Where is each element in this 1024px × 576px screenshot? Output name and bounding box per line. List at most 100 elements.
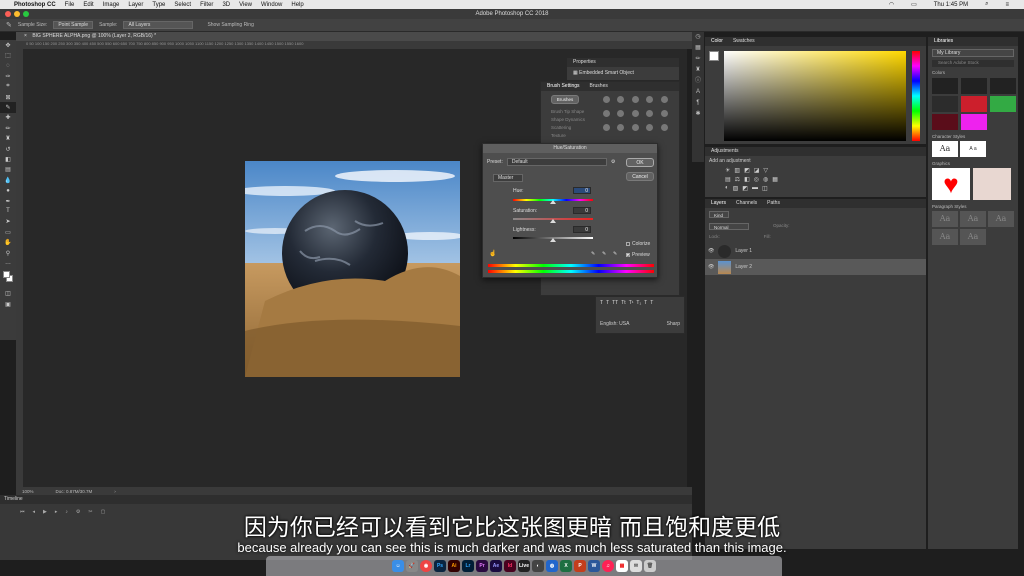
paragraph-panel-icon[interactable]: ¶ — [692, 98, 704, 109]
character-style-item[interactable]: A a — [960, 141, 986, 157]
mail-icon[interactable]: ✉ — [630, 560, 642, 572]
color-field[interactable] — [724, 51, 906, 141]
music-icon[interactable]: ♫ — [602, 560, 614, 572]
menu-list-icon[interactable]: ≡ — [1005, 2, 1009, 8]
tab-brushes[interactable]: Brushes — [590, 82, 608, 91]
photo-graphic[interactable] — [973, 168, 1011, 200]
faux-italic-button[interactable]: T — [606, 300, 609, 306]
threshold-icon[interactable]: ◩ — [742, 185, 748, 192]
hue-strip[interactable] — [912, 51, 920, 141]
history-panel-icon[interactable]: ◷ — [692, 32, 704, 43]
glyphs-panel-icon[interactable]: ✱ — [692, 109, 704, 120]
paragraph-style-item[interactable]: Aa — [960, 229, 986, 245]
illustrator-icon[interactable]: Ai — [448, 560, 460, 572]
channel-select[interactable]: Master — [493, 174, 523, 182]
color-swatch[interactable] — [932, 114, 958, 130]
shape-tool-icon[interactable]: ▭ — [0, 227, 16, 237]
subscript-button[interactable]: T₁ — [636, 300, 641, 306]
selective-color-icon[interactable]: ◫ — [762, 185, 768, 192]
hue-field[interactable]: 0 — [573, 187, 591, 194]
brightness-contrast-icon[interactable]: ☀ — [725, 167, 730, 174]
eyedropper-tool-icon[interactable]: ✎ — [0, 102, 16, 113]
eyedropper-plus-icon[interactable]: ✎ — [602, 251, 606, 257]
library-select[interactable]: My Library — [932, 49, 1014, 57]
document-tab[interactable]: × BIG SPHERE ALPHA.png @ 100% (Layer 2, … — [16, 32, 692, 41]
color-swatch[interactable] — [961, 114, 987, 130]
color-balance-icon[interactable]: ⚖ — [735, 176, 740, 183]
faux-bold-button[interactable]: T — [600, 300, 603, 306]
gradient-map-icon[interactable]: ▬ — [752, 185, 758, 192]
channel-mixer-icon[interactable]: ◍ — [763, 176, 768, 183]
character-style-item[interactable]: Aa — [932, 141, 958, 157]
zoom-tool-icon[interactable]: ⚲ — [0, 248, 16, 258]
close-window-button[interactable] — [5, 11, 11, 17]
paragraph-style-item[interactable]: Aa — [932, 211, 958, 227]
preset-options-icon[interactable]: ⚙ — [611, 159, 615, 165]
character-panel-icon[interactable]: A — [692, 87, 704, 98]
lightness-slider-thumb[interactable] — [550, 238, 556, 242]
move-tool-icon[interactable]: ✥ — [0, 40, 16, 50]
photoshop-icon[interactable]: Ps — [434, 560, 446, 572]
menu-3d[interactable]: 3D — [222, 2, 230, 8]
swatches-panel-icon[interactable]: ▦ — [692, 43, 704, 54]
quick-mask-icon[interactable]: ◫ — [0, 289, 16, 299]
battery-icon[interactable]: ▭ — [911, 1, 917, 8]
strikethrough-button[interactable]: T — [650, 300, 653, 306]
sample-size-select[interactable]: Point Sample — [53, 21, 94, 29]
excel-icon[interactable]: X — [560, 560, 572, 572]
calendar-icon[interactable]: ▦ — [616, 560, 628, 572]
color-swatches[interactable] — [0, 269, 16, 289]
menu-edit[interactable]: Edit — [83, 2, 93, 8]
menu-file[interactable]: File — [65, 2, 75, 8]
brush-tip-grid[interactable] — [603, 96, 673, 136]
info-panel-icon[interactable]: ⓘ — [692, 76, 704, 87]
small-caps-button[interactable]: Tt — [621, 300, 625, 306]
zoom-window-button[interactable] — [23, 11, 29, 17]
stock-search-input[interactable]: Search Adobe Stock — [932, 60, 1014, 67]
menu-window[interactable]: Window — [261, 2, 282, 8]
menu-layer[interactable]: Layer — [128, 2, 143, 8]
frame-tool-icon[interactable]: ⊠ — [0, 92, 16, 102]
color-swatch[interactable] — [961, 96, 987, 112]
ableton-live-icon[interactable]: Live — [518, 560, 530, 572]
layer-row[interactable]: 👁 Layer 1 — [705, 243, 926, 259]
layer-filter-kind[interactable]: Kind — [709, 211, 729, 218]
gradient-tool-icon[interactable]: ▤ — [0, 165, 16, 175]
zoom-level[interactable]: 100% — [22, 489, 34, 494]
type-tool-icon[interactable]: T — [0, 206, 16, 216]
tab-swatches[interactable]: Swatches — [733, 37, 755, 46]
cancel-button[interactable]: Cancel — [626, 172, 654, 181]
marquee-tool-icon[interactable]: ⬚ — [0, 50, 16, 60]
hue-saturation-icon[interactable]: ▤ — [725, 176, 731, 183]
status-arrow-icon[interactable]: › — [114, 489, 116, 494]
paragraph-style-item[interactable]: Aa — [960, 211, 986, 227]
crop-tool-icon[interactable]: ⌗ — [0, 82, 16, 92]
tab-channels[interactable]: Channels — [736, 199, 757, 208]
vertical-ruler[interactable] — [16, 49, 23, 487]
show-sampling-ring-checkbox[interactable]: Show Sampling Ring — [207, 22, 253, 28]
after-effects-icon[interactable]: Ae — [490, 560, 502, 572]
path-select-tool-icon[interactable]: ➤ — [0, 217, 16, 227]
tab-color[interactable]: Color — [711, 37, 723, 46]
menu-help[interactable]: Help — [291, 2, 303, 8]
layer-name[interactable]: Layer 1 — [735, 248, 752, 254]
antialias-select[interactable]: Sharp — [667, 321, 680, 327]
wifi-icon[interactable]: ◠ — [889, 1, 894, 8]
black-white-icon[interactable]: ◧ — [744, 176, 750, 183]
saturation-field[interactable]: 0 — [573, 207, 591, 214]
color-swatch[interactable] — [990, 78, 1016, 94]
powerpoint-icon[interactable]: P — [574, 560, 586, 572]
search-icon[interactable]: ⌕ — [985, 1, 988, 8]
lightroom-icon[interactable]: Lr — [462, 560, 474, 572]
targeted-adjustment-icon[interactable]: ☝ — [489, 250, 496, 257]
visibility-eye-icon[interactable]: 👁 — [708, 264, 714, 270]
photo-filter-icon[interactable]: ◎ — [754, 176, 759, 183]
app-icon[interactable]: ◍ — [546, 560, 558, 572]
app-icon[interactable]: ◐ — [532, 560, 544, 572]
quick-select-tool-icon[interactable]: ✑ — [0, 71, 16, 81]
menu-view[interactable]: View — [239, 2, 252, 8]
pen-tool-icon[interactable]: ✒ — [0, 196, 16, 206]
hue-slider-thumb[interactable] — [550, 200, 556, 204]
lightness-field[interactable]: 0 — [573, 226, 591, 233]
trash-icon[interactable]: 🗑 — [644, 560, 656, 572]
